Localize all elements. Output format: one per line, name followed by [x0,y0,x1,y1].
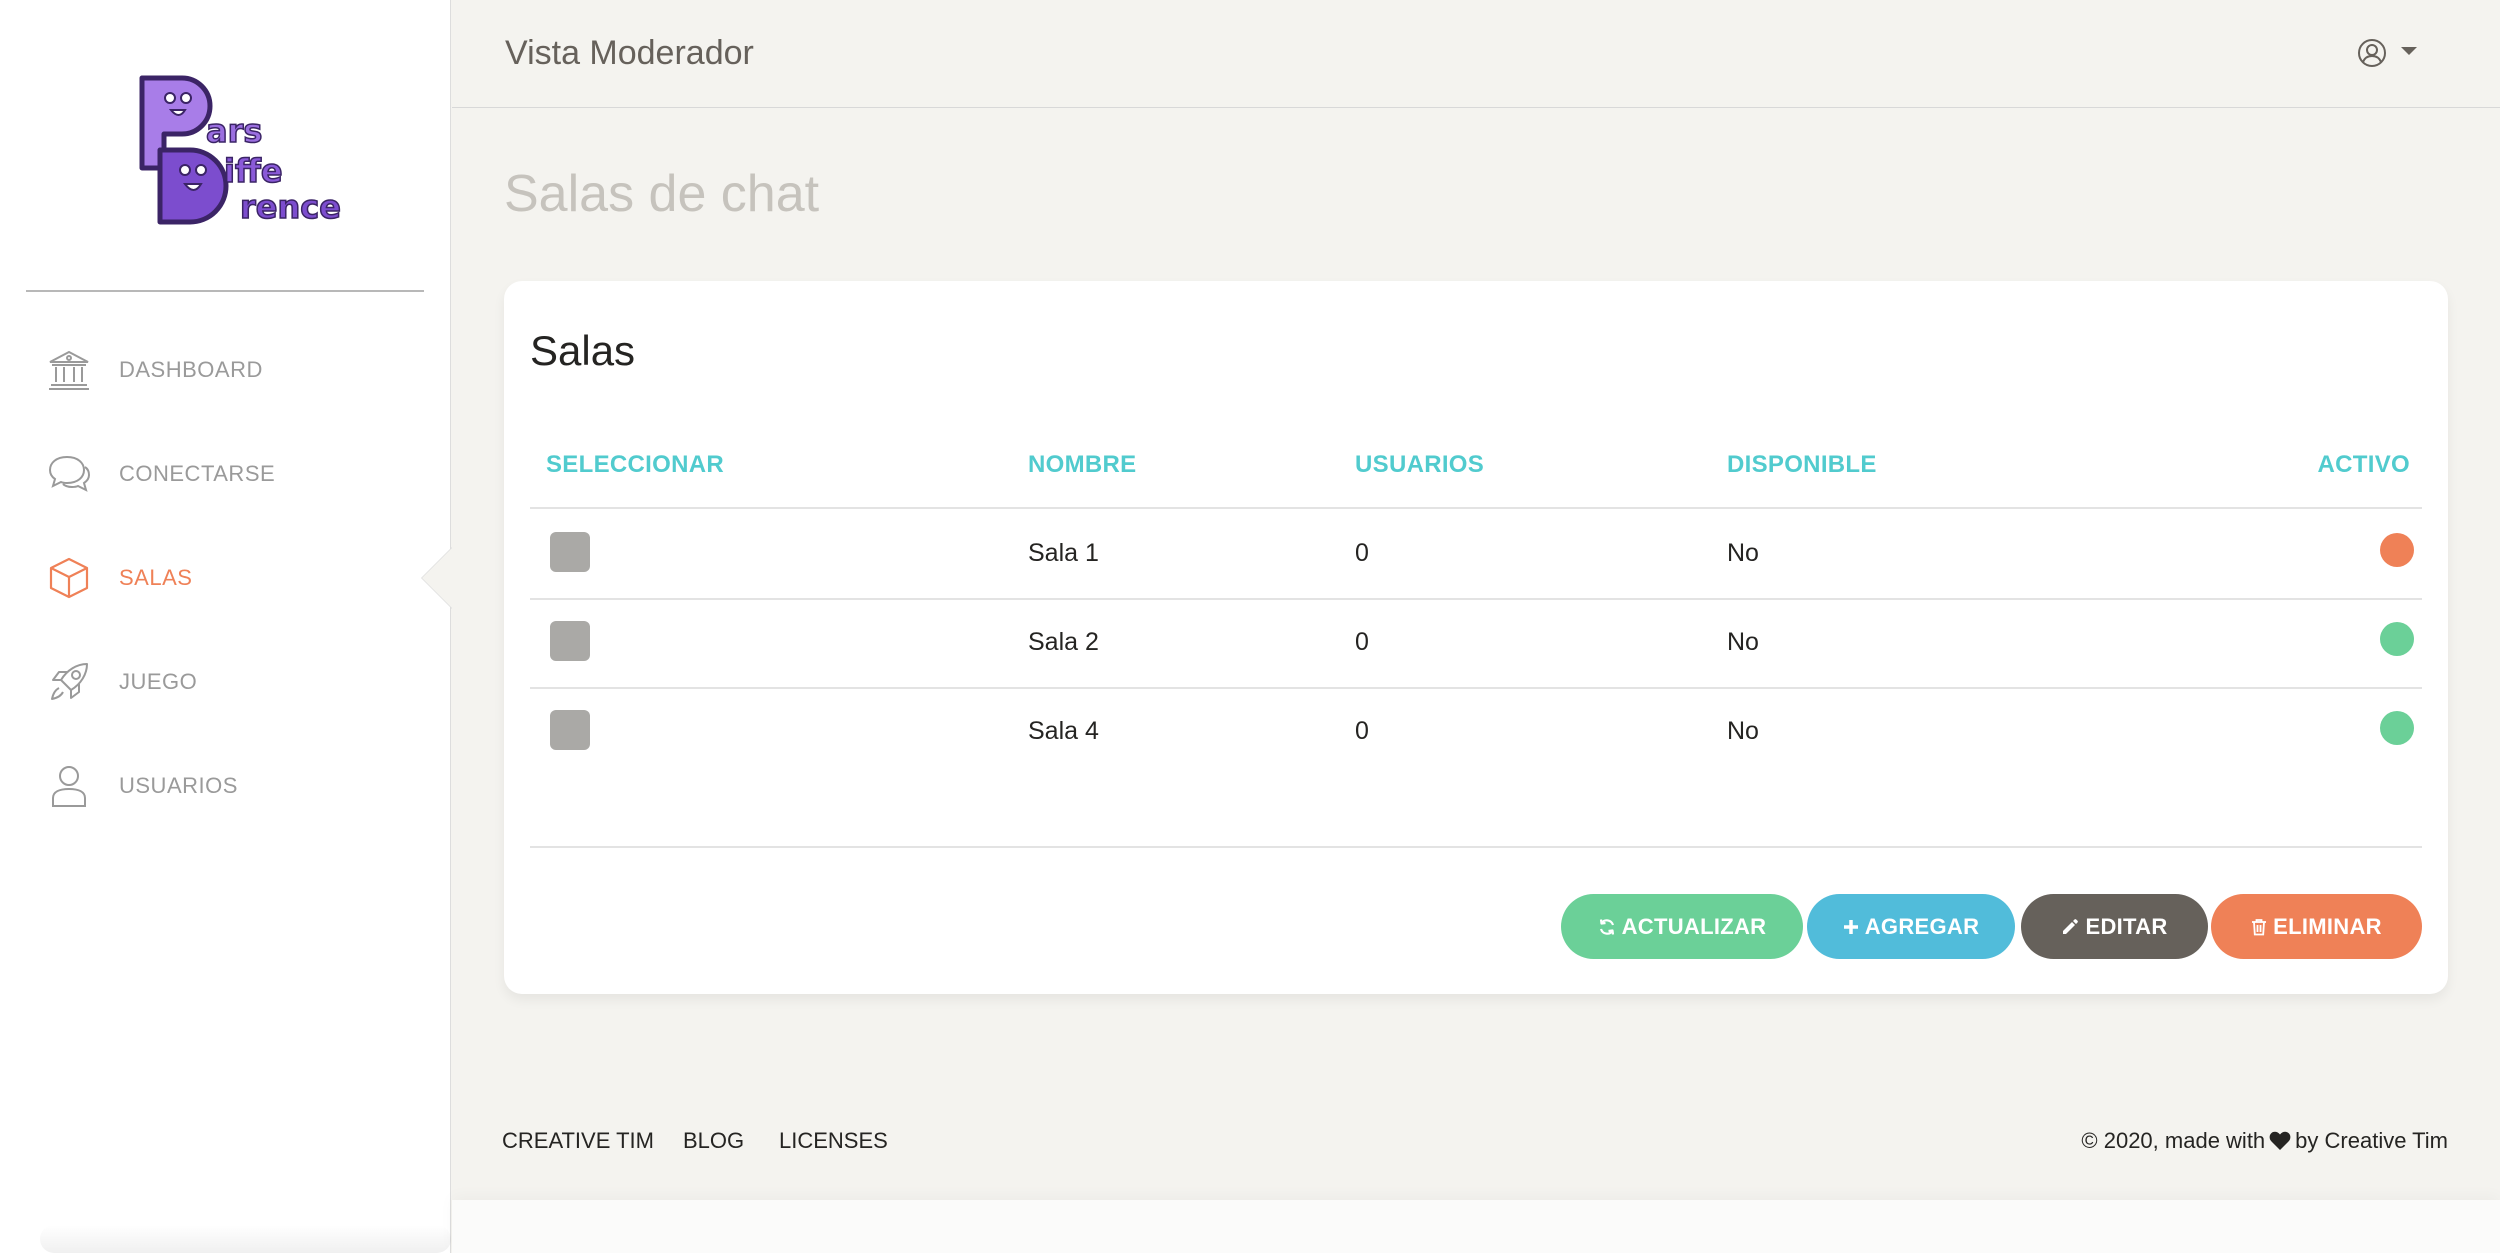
copyright-prefix: © 2020, made with [2081,1128,2266,1153]
sidebar-item-label: DASHBOARD [119,357,263,382]
cell-disponible: No [1727,628,1759,656]
page-title: Vista Moderador [505,34,754,72]
refresh-icon [1599,918,1614,935]
user-icon [46,763,92,809]
active-status-dot [2380,711,2414,745]
footer-link-creative-tim[interactable]: CREATIVE TIM [502,1128,654,1154]
add-button[interactable]: AGREGAR [1807,894,2015,959]
bottom-strip [452,1200,2500,1253]
bank-icon [46,347,92,393]
table-row[interactable]: Sala 1 0 No [530,511,2422,600]
delete-button-label: ELIMINAR [2273,913,2382,939]
inactive-status-dot [2380,533,2414,567]
sidebar-item-label: USUARIOS [119,773,238,798]
table-row[interactable]: Sala 2 0 No [530,600,2422,689]
pencil-icon [2063,918,2079,934]
column-header-disponible: DISPONIBLE [1727,451,1877,478]
plus-icon [1843,919,1858,934]
card-title: Salas [530,327,636,374]
cell-nombre: Sala 1 [1028,539,1099,567]
cell-nombre: Sala 4 [1028,717,1099,745]
section-heading: Salas de chat [504,165,820,223]
svg-text:iffe: iffe [224,152,283,190]
cell-disponible: No [1727,539,1759,567]
row-select-checkbox[interactable] [550,532,590,572]
trash-icon [2252,918,2267,935]
heart-icon [2269,1131,2291,1151]
column-header-usuarios: USUARIOS [1355,451,1485,478]
footer-link-blog[interactable]: BLOG [683,1128,744,1154]
chevron-down-icon [2401,47,2417,55]
delete-button[interactable]: ELIMINAR [2211,894,2422,959]
svg-text:ars: ars [206,112,262,150]
chat-bubbles-icon [46,451,92,497]
table-divider [530,846,2422,848]
sidebar-item-dashboard[interactable]: DASHBOARD [0,318,451,422]
cell-disponible: No [1727,717,1759,745]
cell-nombre: Sala 2 [1028,628,1099,656]
add-button-label: AGREGAR [1864,913,1980,939]
sidebar-item-label: CONECTARSE [119,461,276,486]
row-select-checkbox[interactable] [550,710,590,750]
sidebar-item-label: JUEGO [119,669,198,694]
sidebar-item-conectarse[interactable]: CONECTARSE [0,422,451,526]
sidebar-item-salas[interactable]: SALAS [0,526,451,630]
rocket-icon [46,659,92,705]
active-item-caret [422,548,452,608]
column-header-seleccionar: SELECCIONAR [546,451,724,478]
footer-link-licenses[interactable]: LICENSES [779,1128,888,1154]
copyright-suffix: by Creative Tim [2295,1128,2448,1153]
cell-usuarios: 0 [1355,717,1369,745]
table-header: SELECCIONAR NOMBRE USUARIOS DISPONIBLE A… [530,451,2422,509]
cell-usuarios: 0 [1355,628,1369,656]
cell-usuarios: 0 [1355,539,1369,567]
svg-text:rence: rence [240,188,341,226]
footer: CREATIVE TIM BLOG LICENSES © 2020, made … [452,1100,2500,1153]
user-menu-dropdown[interactable] [2357,38,2437,72]
column-header-nombre: NOMBRE [1028,451,1137,478]
edit-button-label: EDITAR [2085,913,2168,939]
salas-card: Salas SELECCIONAR NOMBRE USUARIOS DISPON… [504,281,2448,994]
app-logo[interactable]: ars iffe rence [128,70,343,230]
refresh-button-label: ACTUALIZAR [1621,913,1767,939]
edit-button[interactable]: EDITAR [2021,894,2208,959]
sidebar-divider [26,290,424,292]
sidebar-item-label: SALAS [119,565,193,590]
sidebar-bottom-shadow [40,1225,451,1253]
sidebar-item-usuarios[interactable]: USUARIOS [0,734,451,838]
column-header-activo: ACTIVO [2317,451,2410,478]
active-status-dot [2380,622,2414,656]
sidebar-item-juego[interactable]: JUEGO [0,630,451,734]
copyright-text: © 2020, made with by Creative Tim [2081,1128,2448,1154]
user-circle-icon [2357,38,2387,73]
row-select-checkbox[interactable] [550,621,590,661]
top-navbar: Vista Moderador [452,0,2500,108]
table-row[interactable]: Sala 4 0 No [530,689,2422,778]
box-icon [46,555,92,601]
refresh-button[interactable]: ACTUALIZAR [1561,894,1803,959]
sidebar: ars iffe rence DASHBOARD CONECTARSE SALA… [0,0,451,1253]
